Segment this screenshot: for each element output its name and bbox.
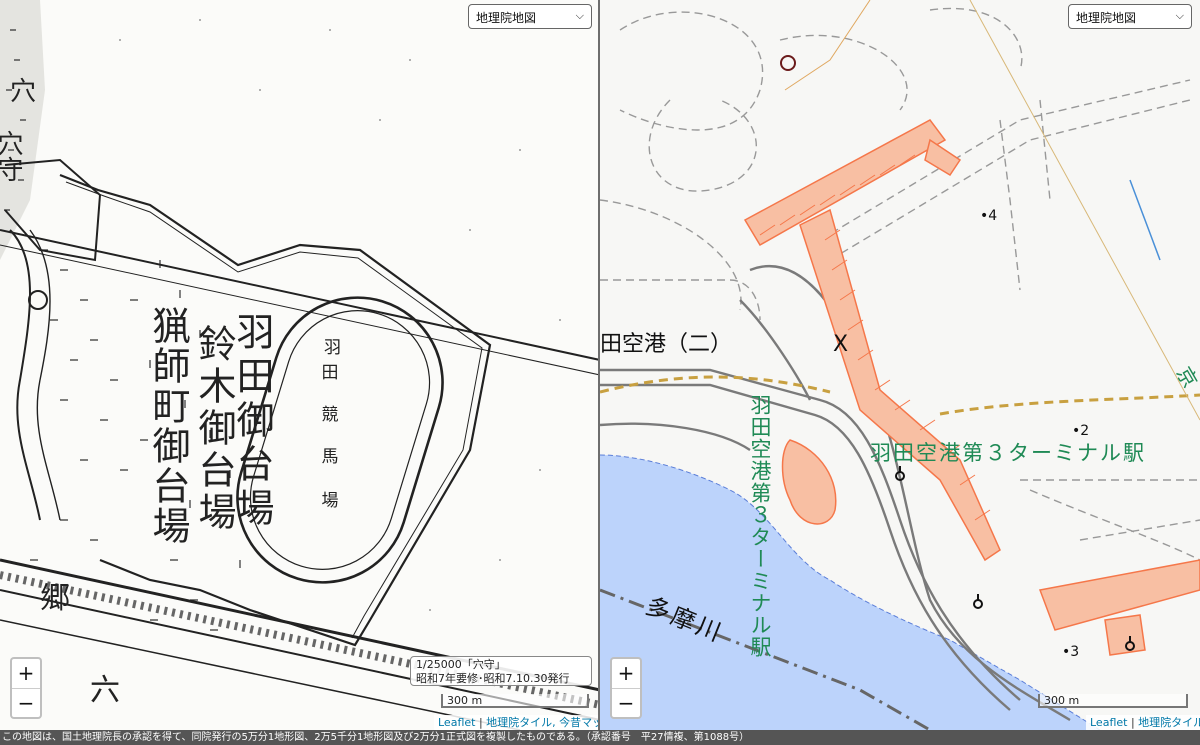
boundary-line-tan	[969, 0, 1200, 421]
label-kei: 京	[1172, 363, 1200, 392]
label-ryoshi-daiba: 猟師町御台場	[146, 306, 190, 546]
label-height-4: •4	[980, 208, 997, 224]
label-racecourse-2: 田	[322, 363, 339, 383]
copyright-footer: この地図は、国土地理院長の承認を得て、同院発行の5万分1地形図、2万5千分1地形…	[0, 730, 1200, 745]
label-station: 穴守	[0, 130, 23, 182]
tile-credit-link-right[interactable]: 地理院タイル	[1138, 716, 1200, 729]
leaflet-link-right[interactable]: Leaflet	[1090, 716, 1127, 729]
zoom-in-button-right[interactable]: +	[612, 659, 640, 689]
tile-credit-link-left[interactable]: 地理院タイル, 今昔マップ	[486, 716, 598, 729]
zoom-in-button-left[interactable]: +	[12, 659, 40, 689]
drain-line	[1129, 179, 1161, 261]
label-terminal-station-horizontal: 羽田空港第３ターミナル駅	[870, 441, 1146, 465]
map-source-title: 1/25000「穴守」	[416, 658, 506, 671]
map-source-info: 1/25000「穴守」 昭和7年要修･昭和7.10.30発行	[410, 656, 592, 686]
label-airport: 田空港（二）	[600, 332, 732, 357]
right-map-pane[interactable]: 田空港（二） X 羽田空港第３ターミナル駅 羽田空港第３ターミナル駅 多摩川 京…	[600, 0, 1200, 730]
attribution-separator-right: |	[1127, 716, 1139, 729]
reclaimed-land-outline	[59, 173, 492, 647]
label-height-2: •2	[1072, 423, 1089, 439]
left-map-pane[interactable]: 穴 穴守 羽 田 競 馬 場 羽田御台場 鈴木御台場 猟師町御台場 郷 六 地理…	[0, 0, 598, 730]
attribution-right: Leaflet | 地理院タイル	[1086, 715, 1200, 730]
boundary-line-orange	[784, 0, 871, 91]
label-station-top: 穴	[10, 77, 36, 107]
shrine-symbol	[28, 290, 48, 310]
scale-bar-left: 300 m	[441, 694, 589, 708]
scale-bar-right: 300 m	[1038, 694, 1188, 708]
zoom-out-button-right[interactable]: −	[612, 689, 640, 718]
airport-boundary-arc	[600, 375, 831, 394]
tama-river-water	[600, 455, 1100, 730]
label-bottom-1: 郷	[40, 581, 70, 616]
label-racecourse-4: 馬	[322, 447, 339, 467]
layer-select-right[interactable]: 地理院地図 ⌵	[1068, 4, 1192, 29]
layer-select-left-value: 地理院地図	[476, 11, 537, 25]
zoom-control-left: + −	[10, 657, 42, 719]
leaflet-link-left[interactable]: Leaflet	[438, 716, 475, 729]
label-suzuki-daiba: 鈴木御台場	[192, 324, 236, 534]
label-haneda-daiba: 羽田御台場	[230, 312, 274, 532]
landmark-circle	[780, 55, 796, 71]
label-racecourse-5: 場	[322, 491, 339, 511]
creek-line-2	[29, 229, 61, 521]
zoom-control-right: + −	[610, 657, 642, 719]
layer-select-left[interactable]: 地理院地図 ⌵	[468, 4, 592, 29]
label-height-3: •3	[1062, 644, 1079, 660]
modern-map-canvas[interactable]: 田空港（二） X 羽田空港第３ターミナル駅 羽田空港第３ターミナル駅 多摩川 京…	[600, 0, 1200, 730]
chevron-down-icon: ⌵	[1175, 9, 1184, 22]
airport-boundary-arc-2	[939, 393, 1200, 416]
creek-line	[9, 229, 41, 521]
layer-select-right-value: 地理院地図	[1076, 11, 1137, 25]
chevron-down-icon: ⌵	[575, 9, 584, 22]
label-bottom-2: 六	[90, 673, 120, 708]
label-racecourse-1: 羽	[320, 338, 341, 365]
attribution-left: Leaflet | 地理院タイル, 今昔マップ	[434, 715, 598, 730]
label-police-mark: X	[833, 332, 848, 357]
zoom-out-button-left[interactable]: −	[12, 689, 40, 718]
old-road-edge	[0, 244, 598, 376]
label-terminal-station-vertical: 羽田空港第３ターミナル駅	[748, 394, 772, 658]
label-racecourse-3: 競	[322, 405, 339, 425]
old-map-canvas[interactable]: 穴 穴守 羽 田 競 馬 場 羽田御台場 鈴木御台場 猟師町御台場 郷 六	[0, 0, 598, 730]
attribution-separator-left: |	[475, 716, 487, 729]
map-source-date: 昭和7年要修･昭和7.10.30発行	[416, 672, 570, 685]
